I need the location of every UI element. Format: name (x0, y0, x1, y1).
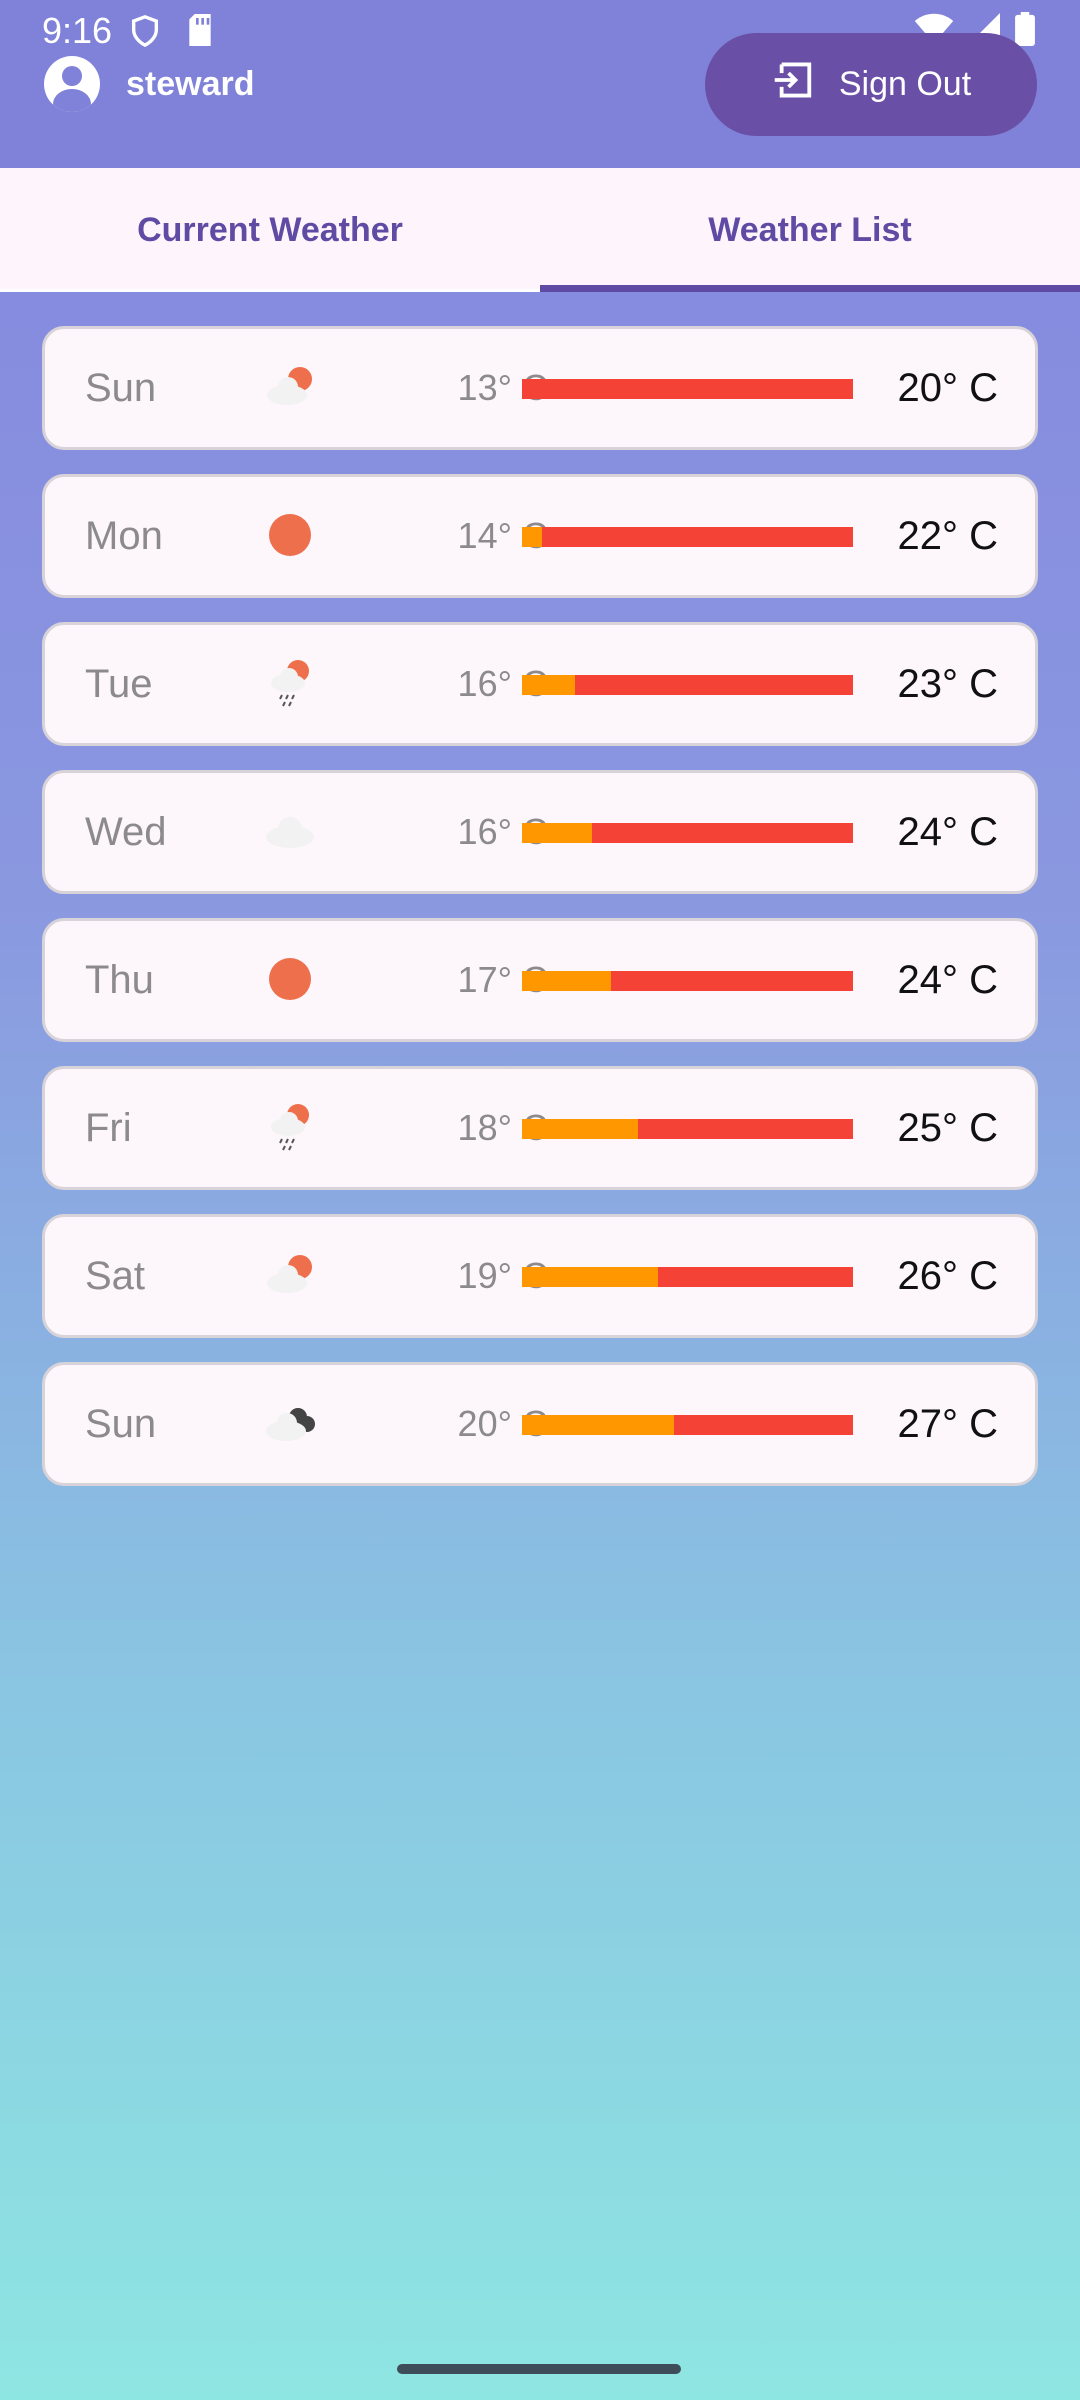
day-label: Wed (85, 810, 167, 854)
sign-out-icon (771, 61, 839, 108)
status-time: 9:16 (42, 10, 113, 51)
account-icon (44, 56, 100, 112)
shield-icon (128, 14, 162, 53)
day-label: Mon (85, 514, 163, 558)
low-fill (522, 971, 612, 991)
day-label: Thu (85, 958, 154, 1002)
forecast-row[interactable]: Fri 18° C 25° C (42, 1066, 1038, 1190)
high-temp: 24° C (897, 810, 999, 854)
forecast-row[interactable]: Wed 16° C 24° C (42, 770, 1038, 894)
temp-range-bar (522, 823, 853, 843)
high-temp: 20° C (897, 366, 999, 410)
sun-icon (260, 509, 320, 561)
temp-range-bar (522, 527, 853, 547)
user-info: steward (44, 56, 255, 112)
tab-weather-list[interactable]: Weather List (540, 168, 1080, 292)
temp-range-bar (522, 1119, 853, 1139)
day-label: Fri (85, 1106, 132, 1150)
low-fill (522, 1267, 658, 1287)
day-label: Sat (85, 1254, 146, 1298)
sign-out-label: Sign Out (838, 65, 972, 103)
tab-divider (0, 289, 540, 292)
day-label: Sun (85, 366, 157, 410)
high-temp: 23° C (897, 662, 999, 706)
username: steward (126, 64, 255, 103)
storm-cloud-icon (260, 1397, 320, 1449)
low-fill (522, 675, 575, 695)
temp-range-bar (522, 675, 853, 695)
temp-range-bar (522, 379, 853, 399)
partly-cloudy-icon (260, 1249, 320, 1301)
sun-icon (260, 953, 320, 1005)
high-temp: 24° C (897, 958, 999, 1002)
tab-bar: Current Weather Weather List (0, 168, 1080, 292)
tab-current-weather[interactable]: Current Weather (0, 168, 540, 292)
high-temp: 27° C (897, 1402, 999, 1446)
low-fill (522, 527, 542, 547)
day-label: Sun (85, 1402, 157, 1446)
high-temp: 22° C (897, 514, 999, 558)
forecast-row[interactable]: Thu 17° C 24° C (42, 918, 1038, 1042)
partly-cloudy-icon (260, 361, 320, 413)
forecast-row[interactable]: Sun 13° C 20° C (42, 326, 1038, 450)
day-label: Tue (85, 662, 153, 706)
low-fill (522, 1415, 675, 1435)
low-fill (522, 823, 592, 843)
sign-out-button[interactable]: Sign Out (705, 33, 1037, 136)
tab-label: Current Weather (137, 210, 403, 249)
temp-range-bar (522, 1267, 853, 1287)
forecast-list: Sun 13° C 20° C Mon 14° C 22° C Tue 16° … (42, 326, 1038, 1510)
temp-range-bar (522, 971, 853, 991)
rain-sun-icon (260, 657, 320, 709)
high-temp: 25° C (897, 1106, 999, 1150)
forecast-row[interactable]: Sun 20° C 27° C (42, 1362, 1038, 1486)
rain-sun-icon (260, 1101, 320, 1153)
low-fill (522, 1119, 638, 1139)
home-indicator[interactable] (397, 2364, 681, 2374)
sd-card-icon (186, 14, 214, 51)
temp-range-bar (522, 1415, 853, 1435)
tab-indicator (540, 285, 1080, 292)
forecast-row[interactable]: Tue 16° C 23° C (42, 622, 1038, 746)
forecast-row[interactable]: Mon 14° C 22° C (42, 474, 1038, 598)
forecast-row[interactable]: Sat 19° C 26° C (42, 1214, 1038, 1338)
cloud-icon (260, 805, 320, 857)
tab-label: Weather List (708, 210, 912, 249)
high-temp: 26° C (897, 1254, 999, 1298)
